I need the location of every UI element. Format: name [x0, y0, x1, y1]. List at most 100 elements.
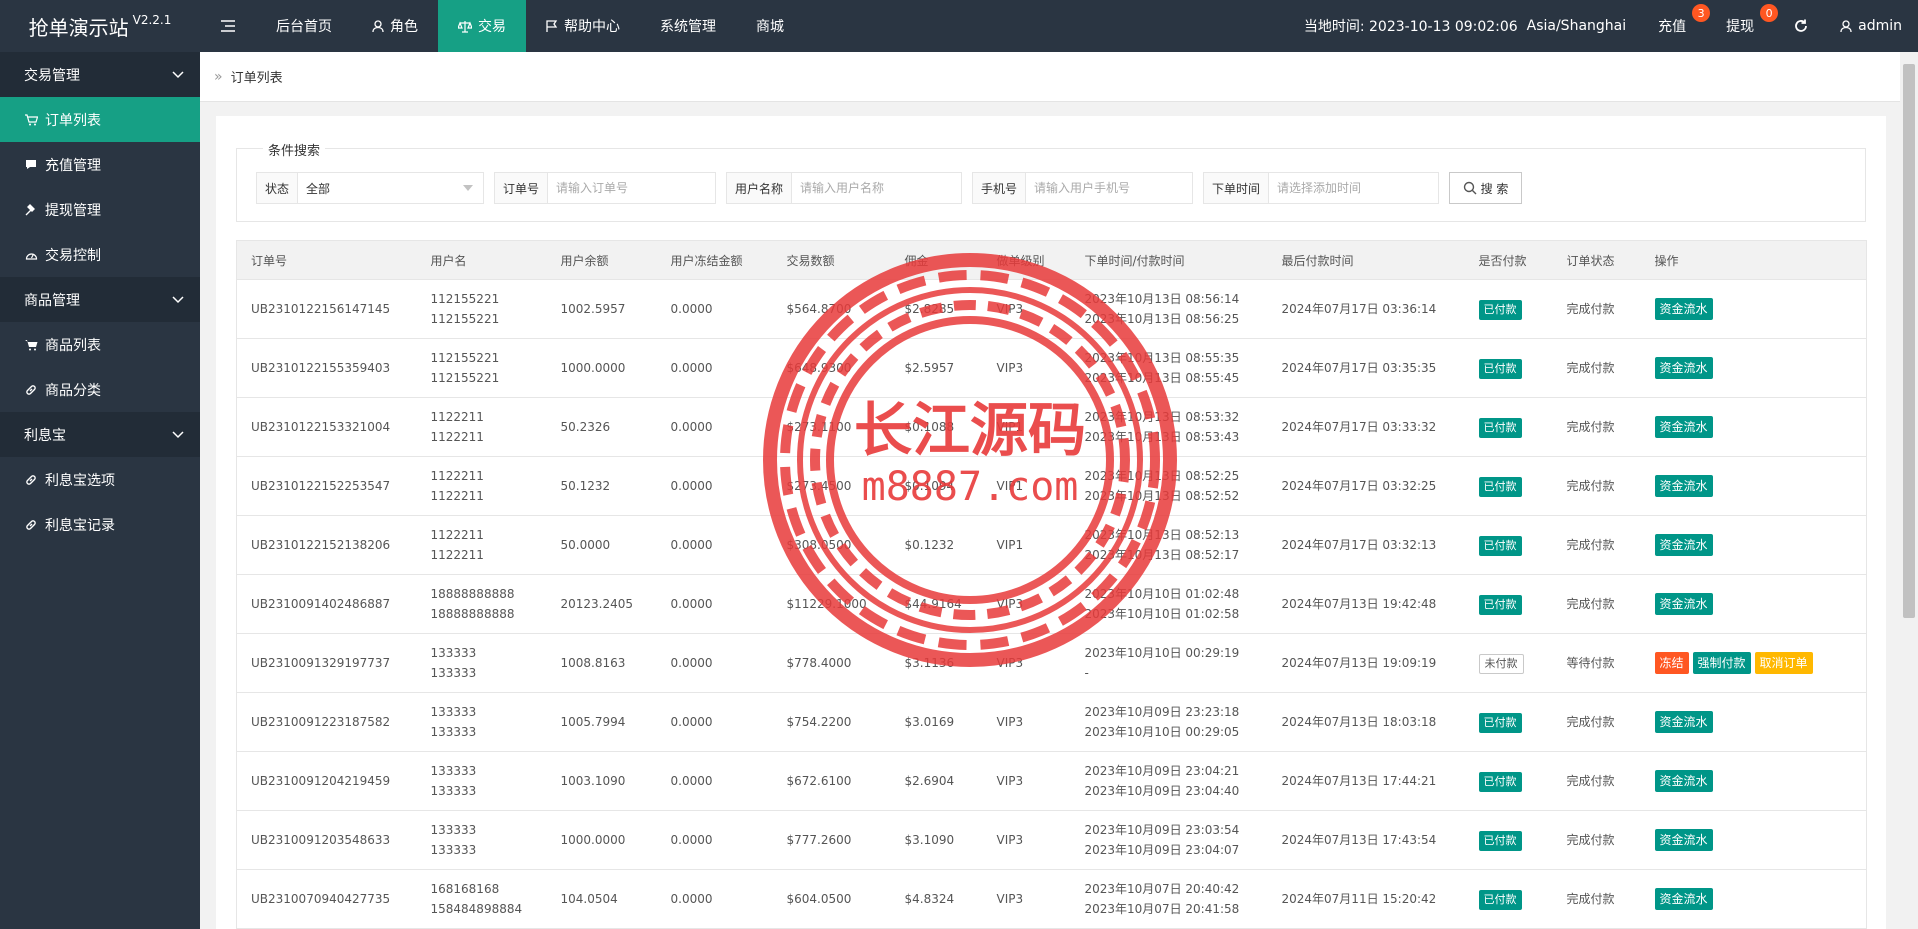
force-pay-button[interactable]: 强制付款	[1692, 652, 1751, 674]
frozen-amount: 0.0000	[670, 420, 713, 434]
fund-flow-button[interactable]: 资金流水	[1654, 534, 1713, 556]
breadcrumb-current: 订单列表	[230, 71, 283, 86]
table-cell: 0.0000	[656, 397, 773, 457]
fund-flow-button[interactable]: 资金流水	[1654, 593, 1713, 615]
order-number: UB2310091204219459	[251, 774, 391, 788]
order-time: 2023年10月13日 08:53:32	[1084, 410, 1240, 424]
fund-flow-button[interactable]: 资金流水	[1654, 770, 1713, 792]
nav-dashboard[interactable]: 后台首页	[256, 0, 352, 52]
table-row: UB2310091203548633 133333 133333 1000.0000 0…	[236, 810, 1867, 870]
freeze-button[interactable]: 冻结	[1654, 652, 1689, 674]
username: 18888888888	[430, 587, 515, 601]
table-cell: 133333 133333	[416, 692, 547, 752]
sidebar-group-interest[interactable]: 利息宝	[0, 412, 200, 457]
fund-flow-button[interactable]: 资金流水	[1654, 357, 1713, 379]
table-cell: 资金流水	[1640, 397, 1867, 457]
table-cell: $777.2600	[772, 810, 891, 870]
fund-flow-button[interactable]: 资金流水	[1654, 416, 1713, 438]
table-cell: VIP1	[982, 515, 1071, 575]
frozen-amount: 0.0000	[670, 538, 713, 552]
table-cell: 2024年07月13日 19:09:19	[1267, 633, 1465, 693]
sidebar-item-goods-list[interactable]: 商品列表	[0, 322, 200, 367]
username-label: 用户名称	[727, 173, 793, 203]
nav-label: 帮助中心	[564, 19, 620, 35]
trade-amount: $308.0500	[786, 538, 852, 552]
table-cell: 完成付款	[1552, 515, 1641, 575]
username-secondary: 133333	[430, 725, 477, 739]
table-cell: VIP3	[982, 338, 1071, 398]
table-row: UB2310091402486887 18888888888 18888888888…	[236, 574, 1867, 634]
username: 1122211	[430, 528, 484, 542]
nav-role[interactable]: 角色	[352, 0, 438, 52]
phone-field: 手机号	[972, 172, 1193, 204]
recharge-link[interactable]: 充值 3	[1642, 0, 1711, 52]
main-content: 条件搜索 状态 全部 订单号 用户名称 手机号 下单时间 搜 索	[216, 116, 1886, 929]
sidebar-item-trade-control[interactable]: 交易控制	[0, 232, 200, 277]
sidebar-item-interest-options[interactable]: 利息宝选项	[0, 457, 200, 502]
menu-collapse-icon	[221, 20, 235, 32]
fund-flow-button[interactable]: 资金流水	[1654, 829, 1713, 851]
order-status: 完成付款	[1566, 302, 1615, 316]
sidebar-group-trade[interactable]: 交易管理	[0, 52, 200, 97]
order-time-input[interactable]	[1269, 173, 1438, 203]
withdraw-link[interactable]: 提现 0	[1710, 0, 1779, 52]
order-status: 完成付款	[1566, 479, 1615, 493]
sidebar-group-goods[interactable]: 商品管理	[0, 277, 200, 322]
table-cell: 资金流水	[1640, 751, 1867, 811]
sidebar-item-withdraw[interactable]: 提现管理	[0, 187, 200, 232]
commission: $2.5957	[904, 361, 955, 375]
frozen-amount: 0.0000	[670, 715, 713, 729]
nav-shop[interactable]: 商城	[736, 0, 804, 52]
sidebar-item-interest-records[interactable]: 利息宝记录	[0, 502, 200, 547]
table-cell: UB2310091402486887	[236, 574, 417, 634]
sidebar-item-order-list[interactable]: 订单列表	[0, 97, 200, 142]
username: 133333	[430, 705, 477, 719]
table-cell: 2024年07月13日 17:43:54	[1267, 810, 1465, 870]
table-row: UB2310122156147145 112155221 112155221 1002…	[236, 279, 1867, 339]
order-time: 2023年10月09日 23:03:54	[1084, 823, 1240, 837]
username-secondary: 1122211	[430, 548, 484, 562]
table-cell: 资金流水	[1640, 810, 1867, 870]
table-cell: $273.1100	[772, 397, 891, 457]
fund-flow-button[interactable]: 资金流水	[1654, 475, 1713, 497]
last-pay-time: 2024年07月17日 03:33:32	[1281, 420, 1437, 434]
sidebar-item-recharge[interactable]: 充值管理	[0, 142, 200, 187]
user-menu[interactable]: admin	[1824, 0, 1918, 52]
cancel-order-button[interactable]: 取消订单	[1754, 652, 1813, 674]
table-cell: VIP3	[982, 279, 1071, 339]
trade-amount: $11229.1000	[786, 597, 867, 611]
scrollbar-thumb[interactable]	[1903, 64, 1915, 618]
search-button[interactable]: 搜 索	[1449, 172, 1522, 204]
table-cell: VIP3	[982, 633, 1071, 693]
username: 133333	[430, 764, 477, 778]
table-cell: 2023年10月09日 23:03:54 2023年10月09日 23:04:07	[1070, 810, 1268, 870]
fund-flow-button[interactable]: 资金流水	[1654, 298, 1713, 320]
last-pay-time: 2024年07月17日 03:35:35	[1281, 361, 1437, 375]
payment-status-badge: 已付款	[1478, 771, 1522, 792]
username-secondary: 133333	[430, 784, 477, 798]
nav-trade[interactable]: 交易	[438, 0, 526, 52]
order-status: 完成付款	[1566, 597, 1615, 611]
fund-flow-button[interactable]: 资金流水	[1654, 888, 1713, 910]
vertical-scrollbar[interactable]	[1900, 52, 1918, 929]
username-input[interactable]	[792, 173, 961, 203]
refresh-button[interactable]	[1778, 0, 1824, 52]
table-cell: 1005.7994	[546, 692, 657, 752]
nav-system[interactable]: 系统管理	[640, 0, 736, 52]
phone-input[interactable]	[1026, 173, 1192, 203]
order-time: 2023年10月07日 20:40:42	[1084, 882, 1240, 896]
table-cell: 1008.8163	[546, 633, 657, 693]
table-cell: 0.0000	[656, 515, 773, 575]
vip-level: VIP3	[996, 892, 1024, 906]
order-number-input[interactable]	[548, 173, 715, 203]
fund-flow-button[interactable]: 资金流水	[1654, 711, 1713, 733]
nav-label: 商城	[756, 19, 784, 35]
sidebar-item-goods-category[interactable]: 商品分类	[0, 367, 200, 412]
status-select[interactable]: 状态 全部	[256, 172, 484, 204]
nav-help[interactable]: 帮助中心	[526, 0, 640, 52]
app-logo[interactable]: 抢单演示站 V2.2.1	[0, 0, 200, 52]
menu-toggle-button[interactable]	[200, 0, 256, 52]
trade-amount: $648.9300	[786, 361, 852, 375]
table-cell: 1000.0000	[546, 338, 657, 398]
vip-level: VIP1	[996, 420, 1024, 434]
